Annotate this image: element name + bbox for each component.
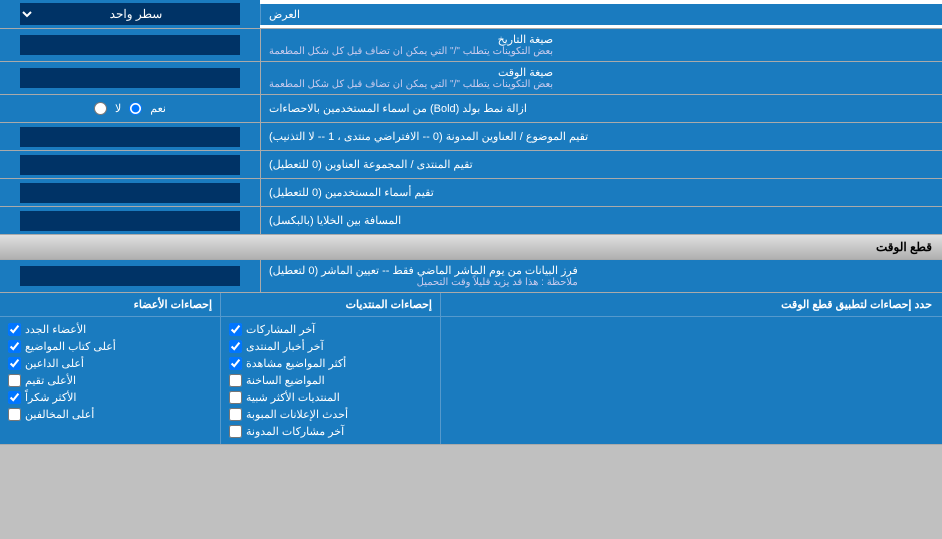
forum-address-row: تقيم المنتدى / المجموعة العناوين (0 للتع… [0, 151, 942, 179]
radio-yes-label: نعم [150, 102, 166, 115]
display-mode-label: العرض [260, 4, 942, 25]
stats-body: آخر المشاركات آخر أخبار المنتدى أكثر الم… [0, 317, 942, 444]
cutoff-days-row: فرز البيانات من يوم الماشر الماضي فقط --… [0, 260, 942, 293]
checkbox-col2-5[interactable] [8, 408, 21, 421]
time-format-input[interactable]: H:i [20, 68, 240, 88]
cell-spacing-label: المسافة بين الخلايا (بالبكسل) [260, 207, 942, 234]
bold-remove-label: ازالة نمط بولد (Bold) من اسماء المستخدمي… [260, 95, 942, 122]
stats-col2-item-3: الأعلى تقيم [8, 372, 212, 389]
stats-col1-header: إحصاءات المنتديات [220, 293, 440, 316]
stats-col1-item-4: المنتديات الأكثر شبية [229, 389, 432, 406]
cutoff-days-label: فرز البيانات من يوم الماشر الماضي فقط --… [260, 260, 942, 292]
user-names-label: تقيم أسماء المستخدمين (0 للتعطيل) [260, 179, 942, 206]
stats-col2-item-0: الأعضاء الجدد [8, 321, 212, 338]
stats-col1-item-5: أحدث الإعلانات المبوبة [229, 406, 432, 423]
time-format-row: صيغة الوقت بعض التكوينات يتطلب "/" التي … [0, 62, 942, 95]
checkbox-col1-0[interactable] [229, 323, 242, 336]
forum-address-label: تقيم المنتدى / المجموعة العناوين (0 للتع… [260, 151, 942, 178]
stats-col1-item-0: آخر المشاركات [229, 321, 432, 338]
radio-yes[interactable] [129, 102, 142, 115]
checkbox-col2-4[interactable] [8, 391, 21, 404]
stats-section: حدد إحصاءات لتطبيق قطع الوقت إحصاءات الم… [0, 293, 942, 445]
stats-col2-item-2: أعلى الداعين [8, 355, 212, 372]
user-names-input-wrapper: 0 [0, 179, 260, 206]
main-container: العرض سطر واحد سطرين ثلاثة أسطر صيغة الت… [0, 0, 942, 445]
checkbox-col2-0[interactable] [8, 323, 21, 336]
checkbox-col1-6[interactable] [229, 425, 242, 438]
radio-no-label: لا [115, 102, 121, 115]
checkbox-col1-4[interactable] [229, 391, 242, 404]
cutoff-section-header: قطع الوقت [0, 235, 942, 260]
display-mode-select[interactable]: سطر واحد سطرين ثلاثة أسطر [20, 3, 240, 25]
topic-address-label: تقيم الموضوع / العناوين المدونة (0 -- ال… [260, 123, 942, 150]
checkbox-col1-3[interactable] [229, 374, 242, 387]
user-names-input[interactable]: 0 [20, 183, 240, 203]
bold-remove-row: ازالة نمط بولد (Bold) من اسماء المستخدمي… [0, 95, 942, 123]
stats-col2-item-4: الأكثر شكراً [8, 389, 212, 406]
time-format-input-wrapper: H:i [0, 62, 260, 94]
stats-col2-item-1: أعلى كتاب المواضيع [8, 338, 212, 355]
display-mode-input-wrapper: سطر واحد سطرين ثلاثة أسطر [0, 0, 260, 28]
stats-col2-header: إحصاءات الأعضاء [0, 293, 220, 316]
bold-remove-input-wrapper: نعم لا [0, 95, 260, 122]
date-format-input[interactable]: d-m [20, 35, 240, 55]
cell-spacing-input[interactable]: 2 [20, 211, 240, 231]
checkbox-col1-5[interactable] [229, 408, 242, 421]
stats-col2-item-5: أعلى المخالفين [8, 406, 212, 423]
forum-address-input[interactable]: 33 [20, 155, 240, 175]
stats-col1-item-3: المواضيع الساخنة [229, 372, 432, 389]
bold-radio-group: نعم لا [86, 98, 174, 119]
topic-address-row: تقيم الموضوع / العناوين المدونة (0 -- ال… [0, 123, 942, 151]
date-format-row: صيغة التاريخ بعض التكوينات يتطلب "/" الت… [0, 29, 942, 62]
checkbox-col1-2[interactable] [229, 357, 242, 370]
topic-address-input[interactable]: 33 [20, 127, 240, 147]
stats-title: حدد إحصاءات لتطبيق قطع الوقت [440, 293, 942, 316]
stats-header-row: حدد إحصاءات لتطبيق قطع الوقت إحصاءات الم… [0, 293, 942, 317]
cutoff-days-input[interactable]: 0 [20, 266, 240, 286]
topic-address-input-wrapper: 33 [0, 123, 260, 150]
checkbox-col2-1[interactable] [8, 340, 21, 353]
cell-spacing-row: المسافة بين الخلايا (بالبكسل) 2 [0, 207, 942, 235]
checkbox-col2-2[interactable] [8, 357, 21, 370]
stats-col1-item-2: أكثر المواضيع مشاهدة [229, 355, 432, 372]
stats-col2: الأعضاء الجدد أعلى كتاب المواضيع أعلى ال… [0, 317, 220, 444]
user-names-row: تقيم أسماء المستخدمين (0 للتعطيل) 0 [0, 179, 942, 207]
date-format-input-wrapper: d-m [0, 29, 260, 61]
display-mode-row: العرض سطر واحد سطرين ثلاثة أسطر [0, 0, 942, 29]
stats-col1-item-6: آخر مشاركات المدونة [229, 423, 432, 440]
time-format-label: صيغة الوقت بعض التكوينات يتطلب "/" التي … [260, 62, 942, 94]
cutoff-days-input-wrapper: 0 [0, 260, 260, 292]
forum-address-input-wrapper: 33 [0, 151, 260, 178]
stats-col1-item-1: آخر أخبار المنتدى [229, 338, 432, 355]
checkbox-col2-3[interactable] [8, 374, 21, 387]
date-format-label: صيغة التاريخ بعض التكوينات يتطلب "/" الت… [260, 29, 942, 61]
radio-no[interactable] [94, 102, 107, 115]
cell-spacing-input-wrapper: 2 [0, 207, 260, 234]
checkbox-col1-1[interactable] [229, 340, 242, 353]
stats-col1: آخر المشاركات آخر أخبار المنتدى أكثر الم… [220, 317, 440, 444]
stats-empty-area [440, 317, 942, 444]
